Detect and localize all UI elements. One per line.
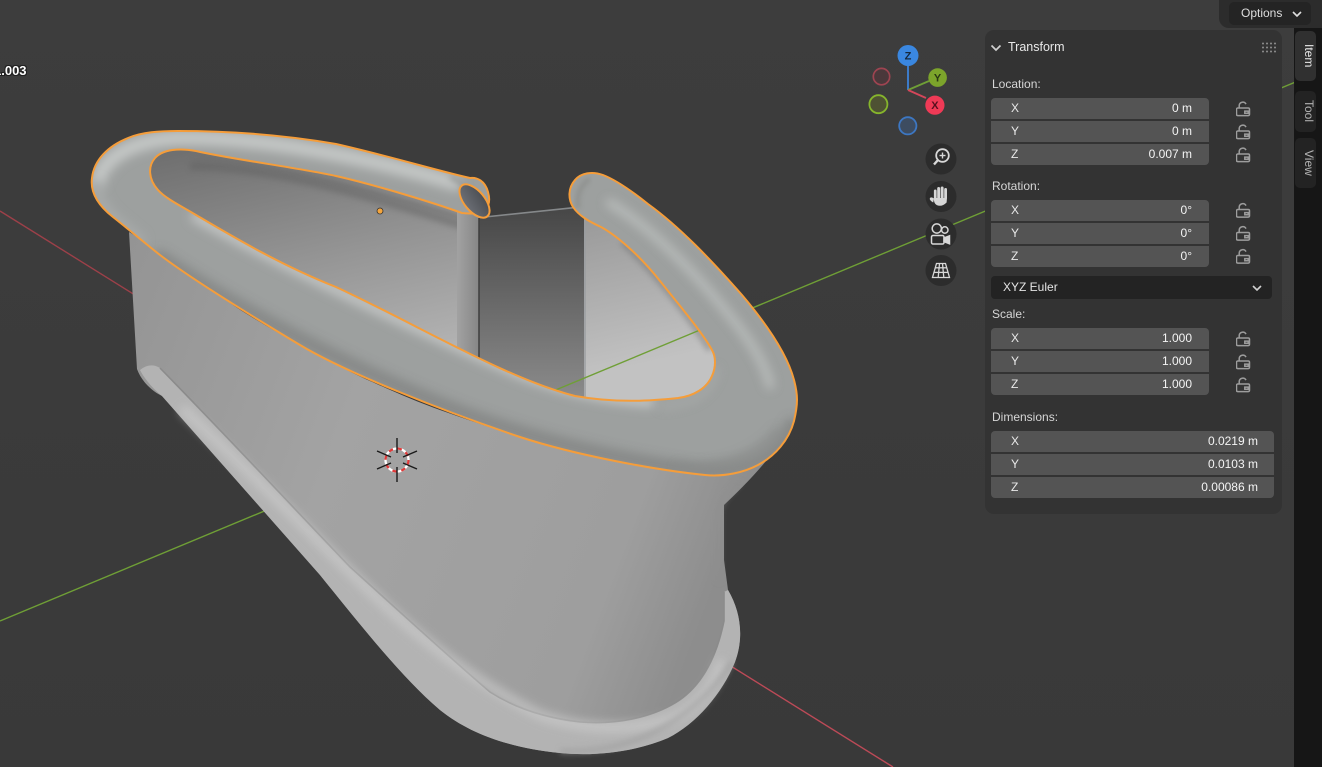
svg-text:X: X <box>931 100 939 112</box>
svg-text:Z: Z <box>905 51 912 63</box>
svg-text:Y: Y <box>934 73 942 85</box>
